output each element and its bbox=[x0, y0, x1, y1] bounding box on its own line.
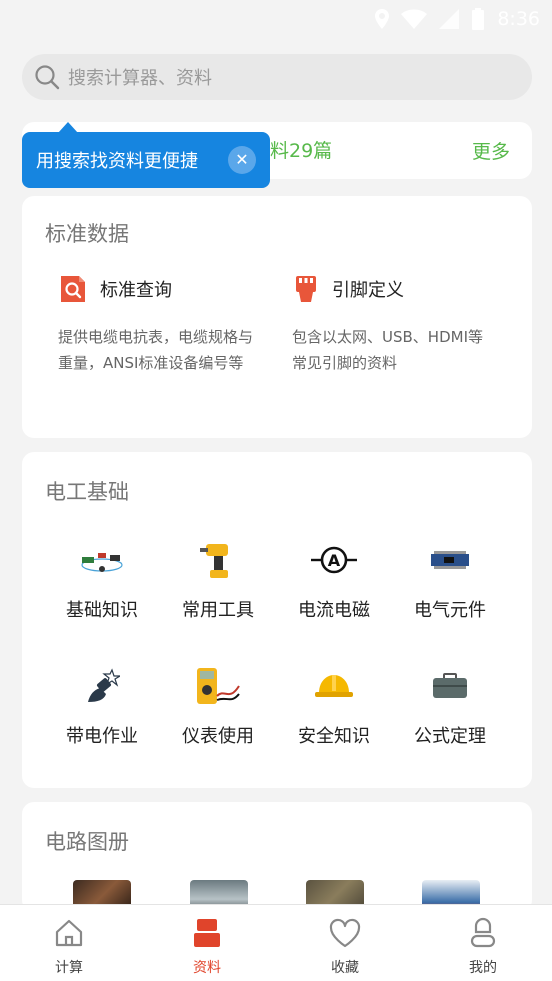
multimeter-icon bbox=[197, 668, 240, 704]
wifi-icon bbox=[401, 9, 428, 29]
pin-definition-item[interactable]: 引脚定义 包含以太网、USB、HDMI等常见引脚的资料 bbox=[256, 274, 486, 376]
nav-item-favorites[interactable]: 收藏 bbox=[305, 915, 385, 977]
more-link[interactable]: 更多 bbox=[472, 137, 510, 164]
bottom-nav: 计算 资料 收藏 我的 bbox=[0, 904, 552, 981]
grid-label: 常用工具 bbox=[182, 600, 254, 621]
grid-item-basic-knowledge[interactable]: 基础知识 bbox=[44, 538, 160, 622]
item-desc: 提供电缆电抗表，电缆规格与重量，ANSI标准设备编号等 bbox=[58, 328, 254, 372]
ammeter-icon: A bbox=[311, 546, 357, 574]
section-title: 电工基础 bbox=[45, 480, 129, 504]
item-desc: 包含以太网、USB、HDMI等常见引脚的资料 bbox=[292, 328, 483, 372]
status-time: 8:36 bbox=[497, 8, 540, 30]
standard-data-card: 标准数据 标准查询 提供电缆电抗表，电缆规格与重量，ANSI标准设备编号等 引脚… bbox=[22, 196, 532, 438]
search-input[interactable]: 搜索计算器、资料 bbox=[22, 54, 532, 100]
grid-label: 公式定理 bbox=[414, 726, 486, 747]
nav-label: 收藏 bbox=[331, 960, 359, 976]
grid-label: 基础知识 bbox=[66, 600, 138, 621]
search-tip-tooltip: 用搜索找资料更便捷 ✕ bbox=[22, 122, 270, 188]
item-name: 标准查询 bbox=[100, 280, 172, 301]
folder-icon bbox=[194, 919, 220, 947]
connector-icon bbox=[296, 276, 316, 302]
nav-label: 计算 bbox=[55, 960, 83, 976]
nav-item-calc[interactable]: 计算 bbox=[29, 915, 109, 977]
tooltip-text: 用搜索找资料更便捷 bbox=[36, 151, 198, 172]
circuit-diagrams-card: 电路图册 bbox=[22, 802, 532, 912]
grid-label: 仪表使用 bbox=[182, 726, 254, 747]
grid-item-meter-usage[interactable]: 仪表使用 bbox=[160, 664, 276, 748]
heart-icon bbox=[329, 918, 361, 948]
circuit-wire-icon bbox=[81, 553, 123, 572]
location-icon bbox=[375, 9, 390, 29]
grid-label: 电气元件 bbox=[414, 600, 486, 621]
plug-spark-icon bbox=[88, 668, 120, 702]
status-bar: 8:36 bbox=[0, 0, 552, 40]
section-title: 标准数据 bbox=[45, 222, 129, 246]
signal-icon bbox=[439, 9, 460, 29]
grid-item-live-work[interactable]: 带电作业 bbox=[44, 664, 160, 748]
nav-item-mine[interactable]: 我的 bbox=[443, 915, 523, 977]
grid-label: 安全知识 bbox=[298, 726, 370, 747]
standard-query-item[interactable]: 标准查询 提供电缆电抗表，电缆规格与重量，ANSI标准设备编号等 bbox=[22, 274, 253, 376]
electric-basics-card: 电工基础 基础知识 常用工具 A 电流电磁 电气元件 带电作业 仪表使用 安全知… bbox=[22, 452, 532, 788]
grid-item-current-magnetism[interactable]: A 电流电磁 bbox=[276, 538, 392, 622]
nav-label: 我的 bbox=[469, 960, 497, 976]
nav-label: 资料 bbox=[193, 960, 221, 976]
toolbox-icon bbox=[433, 673, 467, 698]
hard-hat-icon bbox=[315, 675, 353, 697]
grid-item-safety-knowledge[interactable]: 安全知识 bbox=[276, 664, 392, 748]
search-placeholder: 搜索计算器、资料 bbox=[68, 68, 212, 89]
notice-text: 料29篇 bbox=[270, 140, 333, 162]
home-icon bbox=[55, 919, 83, 947]
grid-item-common-tools[interactable]: 常用工具 bbox=[160, 538, 276, 622]
search-icon bbox=[35, 65, 60, 90]
battery-icon bbox=[472, 8, 485, 30]
grid-item-electrical-components[interactable]: 电气元件 bbox=[392, 538, 508, 622]
circuit-board-icon bbox=[431, 551, 469, 569]
grid-item-formulas[interactable]: 公式定理 bbox=[392, 664, 508, 748]
item-name: 引脚定义 bbox=[332, 280, 404, 301]
section-title: 电路图册 bbox=[45, 830, 129, 854]
close-icon[interactable]: ✕ bbox=[228, 146, 256, 174]
drill-icon bbox=[200, 544, 228, 578]
nav-item-resources[interactable]: 资料 bbox=[167, 915, 247, 977]
user-icon bbox=[470, 917, 496, 948]
grid-label: 带电作业 bbox=[66, 726, 138, 747]
search-doc-icon bbox=[61, 276, 85, 302]
svg-text:A: A bbox=[328, 551, 341, 570]
grid-label: 电流电磁 bbox=[298, 600, 370, 621]
